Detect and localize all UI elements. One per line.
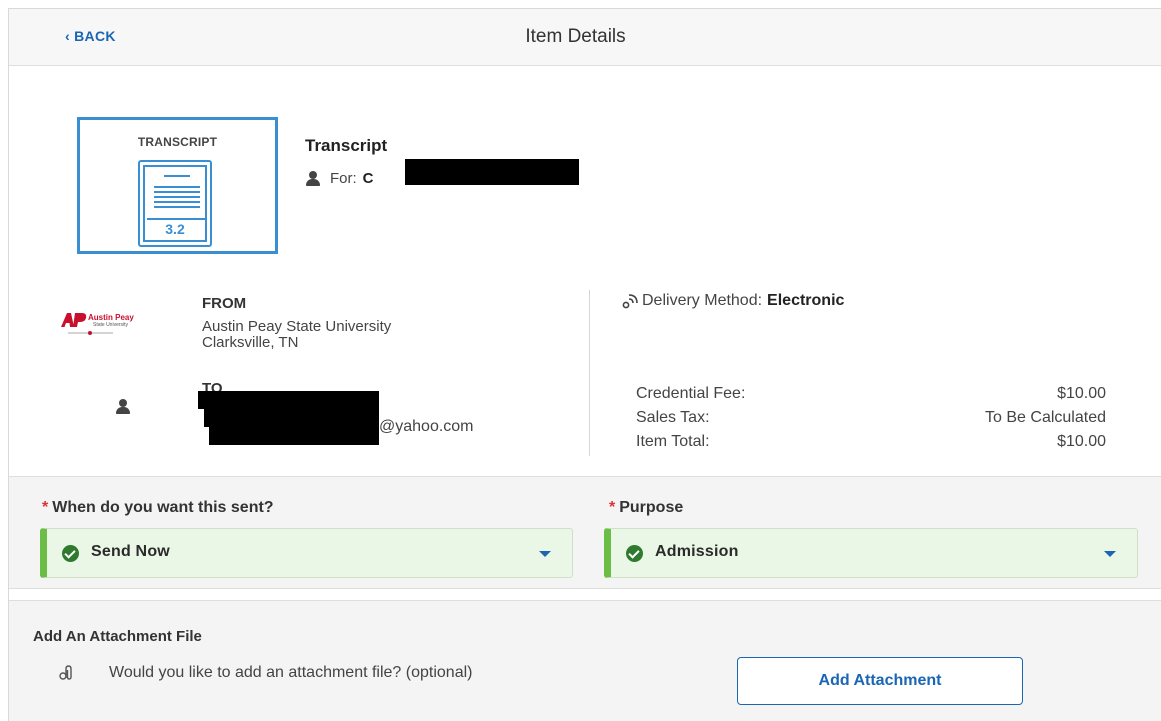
- fee-row: Sales Tax: To Be Calculated: [636, 409, 1106, 433]
- required-mark: *: [42, 499, 49, 516]
- fee-label: Credential Fee:: [636, 385, 746, 402]
- fee-value: $10.00: [1057, 385, 1106, 402]
- redaction-block: [405, 159, 579, 185]
- purpose-label: * Purpose: [609, 499, 683, 517]
- redaction-block: [204, 407, 379, 427]
- delivery-value: Electronic: [767, 292, 845, 309]
- transcript-card: TRANSCRIPT 3.2: [77, 117, 278, 254]
- person-icon: [115, 399, 131, 414]
- for-name-start: C: [362, 170, 374, 187]
- transcript-card-label: TRANSCRIPT: [137, 135, 218, 149]
- required-mark: *: [609, 499, 616, 516]
- document-page: 3.2: [143, 165, 207, 242]
- document-line: [164, 175, 190, 177]
- when-select[interactable]: Send Now: [40, 528, 573, 578]
- item-details-page: ‹ BACK Item Details TRANSCRIPT 3.2 Trans…: [8, 8, 1161, 721]
- chevron-down-icon: [1104, 551, 1116, 557]
- vertical-divider: [589, 290, 590, 456]
- person-icon: [305, 171, 321, 186]
- from-address: Austin Peay State University Clarksville…: [202, 319, 391, 351]
- for-label: For:: [330, 170, 357, 187]
- check-circle-icon: [62, 545, 79, 562]
- delivery-method: Delivery Method: Electronic: [621, 292, 844, 310]
- delivery-label: Delivery Method:: [642, 292, 763, 309]
- chevron-down-icon: [539, 551, 551, 557]
- item-title: Transcript: [305, 136, 388, 155]
- from-location: Clarksville, TN: [202, 334, 299, 351]
- recipient-email: @yahoo.com: [379, 418, 474, 435]
- document-icon: 3.2: [138, 160, 212, 247]
- document-line: [154, 206, 200, 208]
- fee-row: Item Total: $10.00: [636, 433, 1106, 457]
- from-label: FROM: [202, 295, 247, 312]
- signal-icon: [622, 294, 638, 309]
- purpose-selected-value: Admission: [655, 543, 739, 560]
- attachment-prompt: Would you like to add an attachment file…: [109, 664, 473, 681]
- transcript-version: 3.2: [165, 221, 185, 237]
- fee-value: $10.00: [1057, 433, 1106, 450]
- fee-label: Item Total:: [636, 433, 710, 450]
- recipient-person-icon: [115, 399, 131, 419]
- when-label-text: When do you want this sent?: [52, 499, 274, 516]
- purpose-select[interactable]: Admission: [604, 528, 1138, 578]
- fee-table: Credential Fee: $10.00 Sales Tax: To Be …: [636, 385, 1106, 457]
- page-title-text: Item Details: [525, 26, 626, 47]
- fee-value: To Be Calculated: [985, 409, 1106, 426]
- purpose-label-text: Purpose: [619, 499, 684, 516]
- document-divider: [147, 218, 207, 220]
- attachment-section: Add An Attachment File Would you like to…: [9, 600, 1161, 721]
- header-bar: ‹ BACK Item Details: [9, 9, 1161, 66]
- apsu-logo-graphic: Austin Peay State University: [61, 313, 134, 335]
- document-line: [154, 186, 200, 188]
- logo-text: Austin Peay: [88, 313, 134, 322]
- when-selected-value: Send Now: [91, 543, 170, 560]
- fee-row: Credential Fee: $10.00: [636, 385, 1106, 409]
- apsu-logo: Austin Peay State University: [55, 311, 167, 339]
- logo-subtext: State University: [93, 322, 129, 328]
- from-institution: Austin Peay State University: [202, 318, 392, 335]
- add-attachment-button[interactable]: Add Attachment: [737, 657, 1023, 705]
- fee-label: Sales Tax:: [636, 409, 710, 426]
- paperclip-icon: [59, 665, 72, 680]
- document-line: [154, 191, 200, 193]
- document-line: [154, 201, 200, 203]
- options-section: * When do you want this sent? Send Now * P…: [9, 476, 1161, 589]
- redaction-block: [209, 425, 379, 445]
- document-line: [154, 196, 200, 198]
- attachment-title: Add An Attachment File: [33, 628, 202, 645]
- when-label: * When do you want this sent?: [42, 499, 274, 517]
- check-circle-icon: [626, 545, 643, 562]
- page-title: Item Details: [9, 26, 1161, 48]
- attachment-prompt-row: Would you like to add an attachment file…: [59, 664, 472, 682]
